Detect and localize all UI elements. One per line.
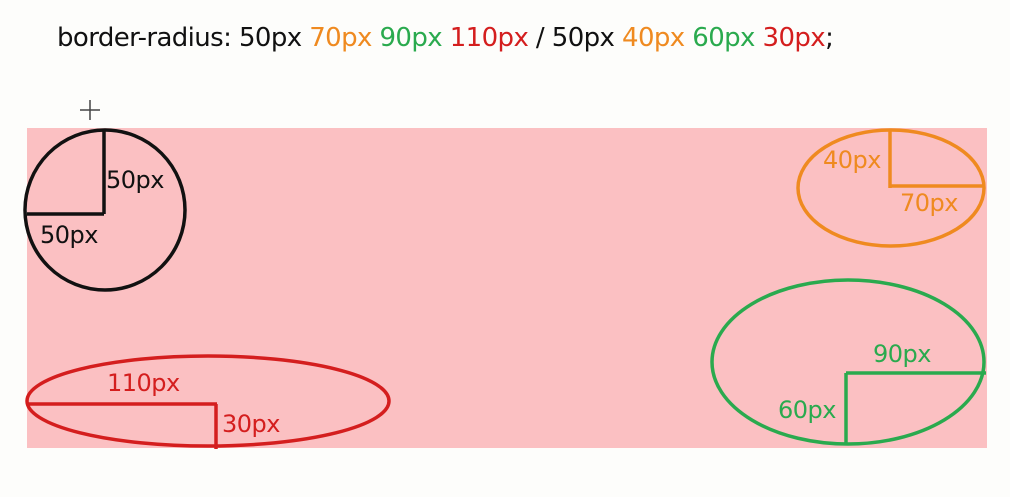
top-left-horizontal-label: 50px bbox=[40, 221, 98, 249]
bottom-right-vertical-label: 60px bbox=[778, 396, 836, 424]
top-left-vertical-label: 50px bbox=[106, 166, 164, 194]
crosshair-cursor-icon bbox=[80, 100, 100, 120]
border-radius-diagram: 50px 50px 40px 70px 90px 60px 110px 30px bbox=[23, 100, 987, 449]
top-right-horizontal-label: 70px bbox=[900, 189, 958, 217]
bottom-left-vertical-label: 30px bbox=[222, 410, 280, 438]
element-box bbox=[27, 128, 987, 448]
bottom-right-horizontal-label: 90px bbox=[873, 340, 931, 368]
top-right-vertical-label: 40px bbox=[823, 146, 881, 174]
bottom-left-horizontal-label: 110px bbox=[107, 369, 180, 397]
canvas: border-radius: 50px 70px 90px 110px / 50… bbox=[0, 0, 1010, 497]
